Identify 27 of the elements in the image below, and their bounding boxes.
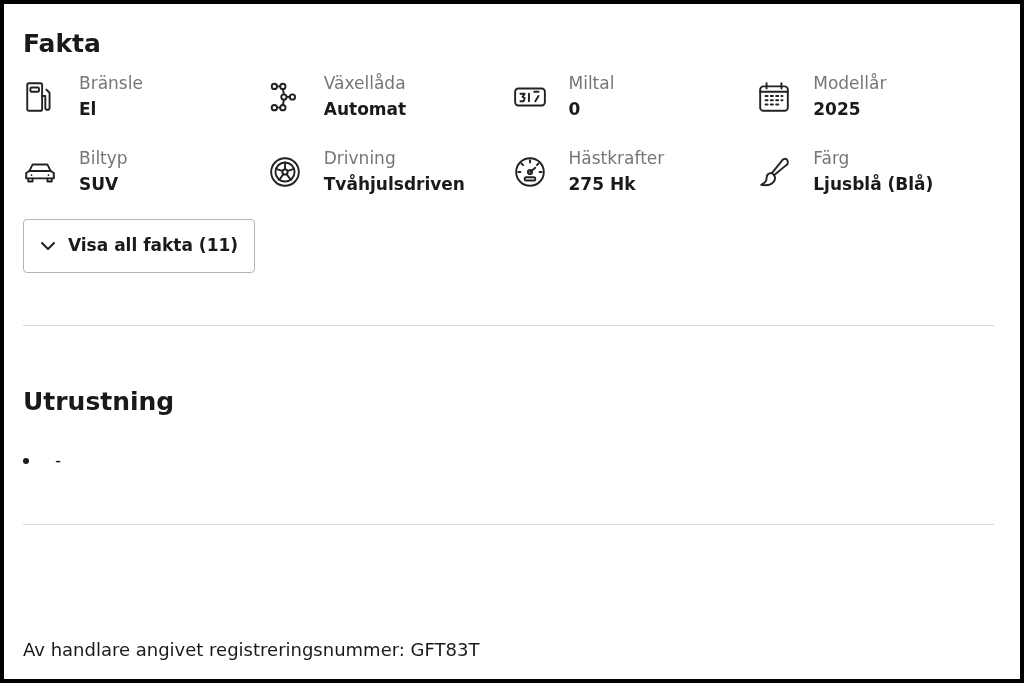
section-title: Utrustning	[23, 386, 176, 418]
fact-value: Automat	[323, 98, 407, 121]
calendar-icon	[757, 80, 792, 114]
speedometer-icon	[512, 155, 547, 189]
fact-label: Färg	[813, 147, 851, 170]
registration-text: Av handlare angivet registreringsnummer: GFT83T	[23, 638, 481, 662]
fact-label: Modellår	[813, 72, 887, 95]
bullet-icon	[23, 457, 29, 464]
fact-label: Hästkrafter	[568, 147, 665, 170]
fact-label: Bränsle	[79, 72, 143, 95]
fact-value: 2025	[813, 98, 862, 121]
fact-value: El	[79, 98, 98, 121]
fact-label: Biltyp	[79, 147, 128, 170]
paintbrush-icon	[757, 155, 792, 189]
fact-label: Växellåda	[323, 72, 407, 95]
chevron-down-icon	[39, 241, 56, 251]
fact-value: SUV	[79, 173, 120, 196]
fact-label: Drivning	[323, 147, 397, 170]
fact-value: Tvåhjulsdriven	[323, 173, 465, 196]
show-all-button[interactable]: Visa all fakta (11)	[23, 219, 255, 273]
fact-value: 0	[568, 98, 582, 121]
equipment-item: -	[55, 449, 62, 472]
fact-label: Miltal	[568, 72, 615, 95]
fact-value: 275 Hk	[568, 173, 637, 196]
fact-value: Ljusblå (Blå)	[813, 173, 934, 196]
section-title: Fakta	[23, 28, 102, 60]
wheel-icon	[267, 155, 302, 189]
